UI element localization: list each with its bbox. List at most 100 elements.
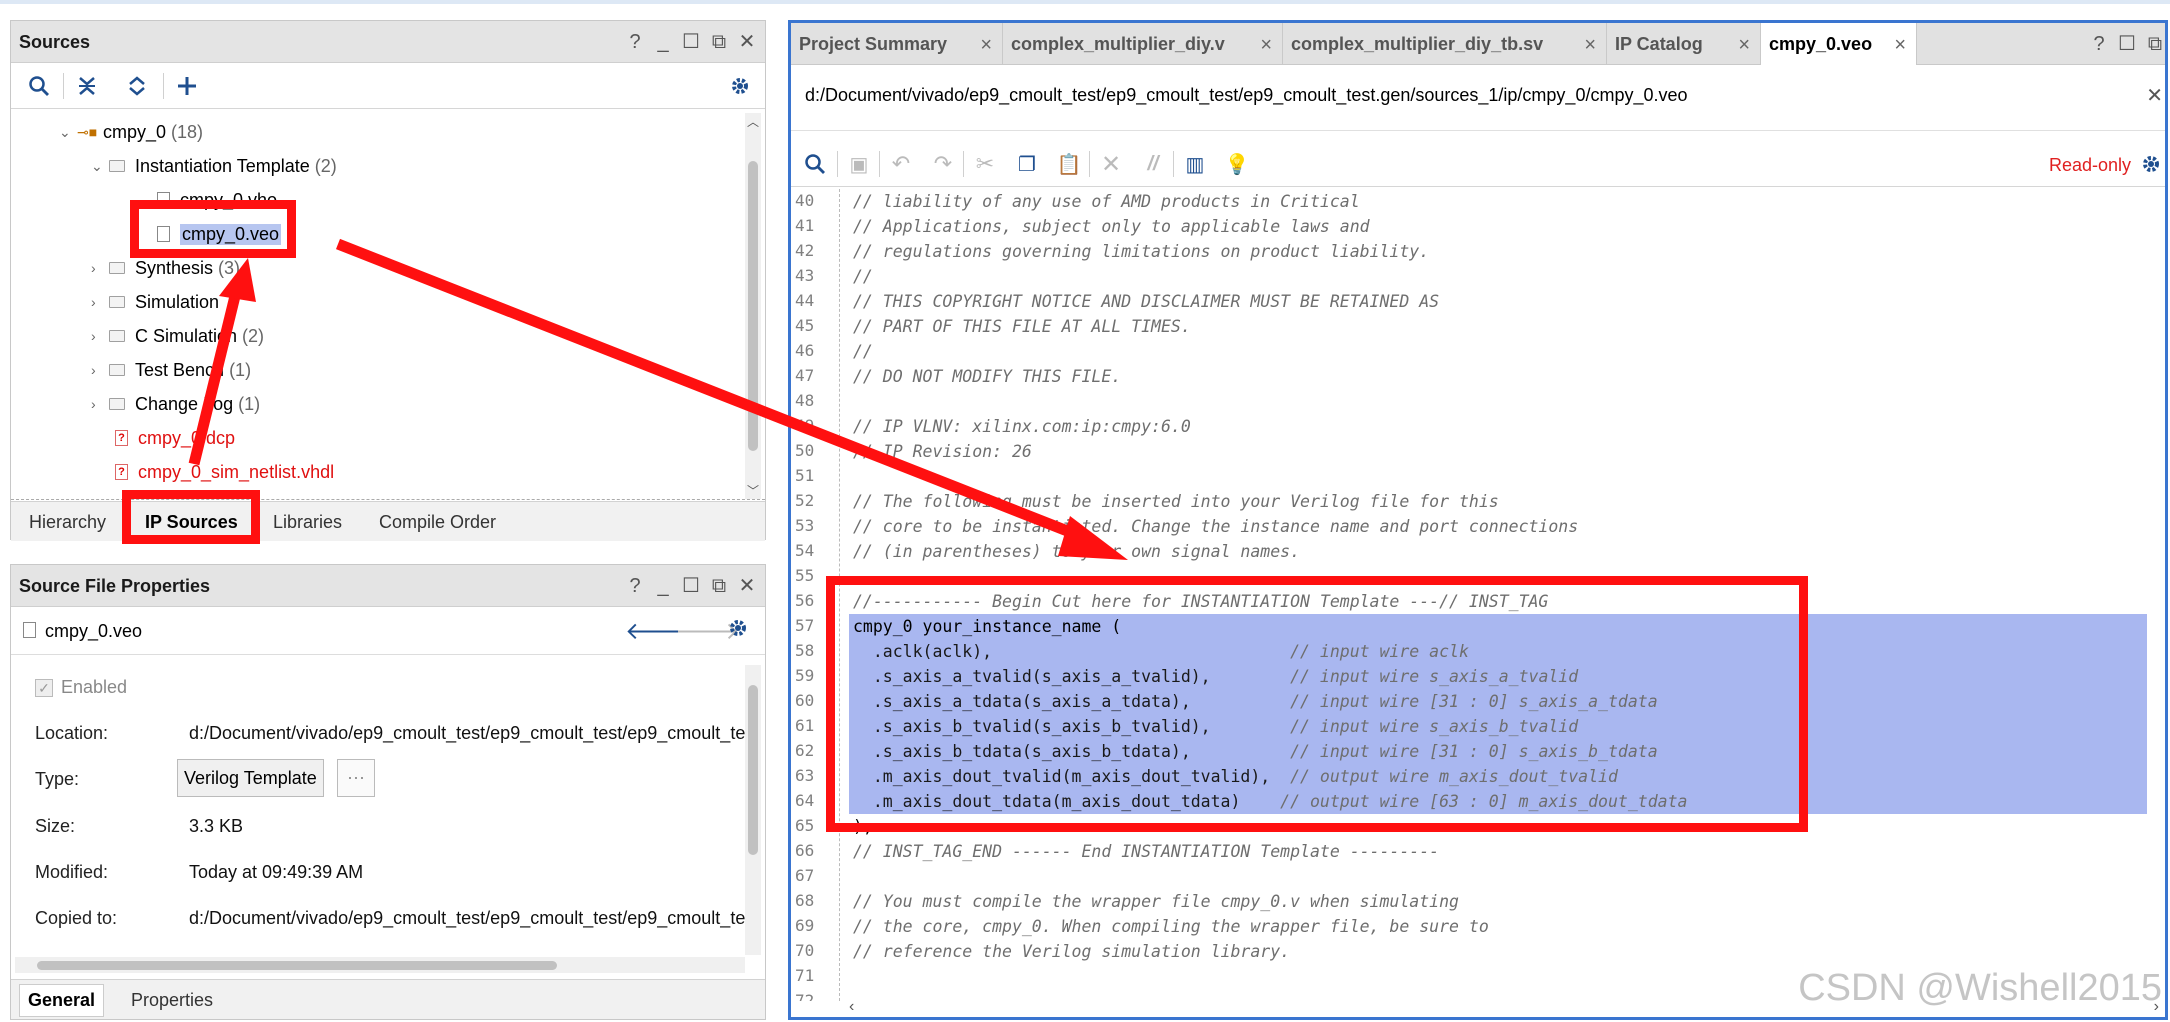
search-icon[interactable] bbox=[25, 72, 53, 100]
scroll-down-icon[interactable]: ﹀ bbox=[747, 482, 759, 499]
column-select-icon[interactable]: ▥ bbox=[1181, 150, 1209, 178]
tab-complex-multiplier-diy[interactable]: complex_multiplier_diy.v × bbox=[1003, 23, 1283, 65]
tab-ip-catalog[interactable]: IP Catalog × bbox=[1607, 23, 1761, 65]
line-number: 45 bbox=[795, 316, 815, 335]
enabled-checkbox[interactable]: ✓ Enabled bbox=[35, 677, 127, 698]
tree-item-test-bench[interactable]: › Test Bench (1) bbox=[91, 355, 251, 385]
line-number: 66 bbox=[795, 841, 815, 860]
lightbulb-icon[interactable]: 💡 bbox=[1223, 150, 1251, 178]
missing-file-icon: ? bbox=[115, 430, 128, 446]
tab-label: complex_multiplier_diy.v bbox=[1011, 33, 1225, 54]
line-number: 71 bbox=[795, 966, 815, 985]
close-icon[interactable]: × bbox=[1894, 34, 1906, 57]
copy-icon[interactable]: ❐ bbox=[1013, 150, 1041, 178]
save-icon[interactable]: ▣ bbox=[845, 150, 873, 178]
properties-vscroll[interactable] bbox=[745, 665, 761, 955]
gear-icon[interactable] bbox=[726, 72, 754, 100]
tab-properties[interactable]: Properties bbox=[131, 990, 213, 1011]
code-line: // IP Revision: 26 bbox=[853, 442, 1032, 461]
chevron-right-icon[interactable]: › bbox=[91, 362, 109, 378]
tab-compile-order[interactable]: Compile Order bbox=[379, 512, 496, 533]
search-icon[interactable] bbox=[801, 150, 829, 178]
tree-count: (18) bbox=[171, 121, 204, 142]
close-icon[interactable]: × bbox=[1738, 34, 1750, 57]
chevron-right-icon[interactable]: › bbox=[91, 396, 109, 412]
gear-icon[interactable] bbox=[727, 617, 749, 644]
line-number: 70 bbox=[795, 941, 815, 960]
line-number: 54 bbox=[795, 541, 815, 560]
tab-general[interactable]: General bbox=[19, 984, 105, 1017]
float-icon[interactable]: ⧉ bbox=[709, 30, 729, 54]
tree-item-simulation[interactable]: › Simulation bbox=[91, 287, 219, 317]
close-icon[interactable]: × bbox=[1260, 34, 1272, 57]
collapse-all-icon[interactable] bbox=[73, 72, 101, 100]
maximize-icon[interactable]: ☐ bbox=[681, 30, 701, 54]
line-number: 41 bbox=[795, 216, 815, 235]
chevron-right-icon[interactable]: › bbox=[91, 260, 109, 276]
folder-icon bbox=[109, 160, 125, 172]
line-number: 53 bbox=[795, 516, 815, 535]
maximize-icon[interactable]: ☐ bbox=[2117, 32, 2137, 56]
tab-hierarchy[interactable]: Hierarchy bbox=[29, 512, 106, 533]
properties-hscroll[interactable] bbox=[15, 957, 745, 973]
scrollbar-thumb[interactable] bbox=[37, 961, 557, 970]
redo-icon[interactable]: ↷ bbox=[929, 150, 957, 178]
tree-item-cmpy0-sim-netlist[interactable]: ? cmpy_0_sim_netlist.vhdl bbox=[115, 457, 334, 487]
copied-to-value: d:/Document/vivado/ep9_cmoult_test/ep9_c… bbox=[189, 908, 751, 928]
sources-scrollbar[interactable]: ︿ ﹀ bbox=[745, 113, 761, 499]
add-icon[interactable] bbox=[173, 72, 201, 100]
toolbar-separator bbox=[879, 151, 880, 177]
code-line: // PART OF THIS FILE AT ALL TIMES. bbox=[853, 317, 1191, 336]
tab-libraries[interactable]: Libraries bbox=[273, 512, 342, 533]
chevron-right-icon[interactable]: › bbox=[91, 328, 109, 344]
tab-project-summary[interactable]: Project Summary × bbox=[791, 23, 1003, 65]
chevron-down-icon[interactable]: ⌄ bbox=[91, 158, 109, 175]
comment-icon[interactable]: // bbox=[1139, 150, 1167, 178]
close-icon[interactable]: ✕ bbox=[737, 30, 757, 54]
delete-icon[interactable]: ✕ bbox=[1097, 150, 1125, 178]
close-icon[interactable]: × bbox=[980, 34, 992, 57]
line-number: 43 bbox=[795, 266, 815, 285]
location-label: Location: bbox=[35, 723, 109, 743]
highlight-box-instantiation-template bbox=[826, 576, 1808, 832]
chevron-right-icon[interactable]: › bbox=[91, 294, 109, 310]
folder-icon bbox=[109, 296, 125, 308]
tab-complex-multiplier-diy-tb[interactable]: complex_multiplier_diy_tb.sv × bbox=[1283, 23, 1607, 65]
gear-icon[interactable] bbox=[2137, 150, 2165, 178]
minimize-icon[interactable]: _ bbox=[653, 574, 673, 598]
close-icon[interactable]: × bbox=[1584, 34, 1596, 57]
scrollbar-thumb[interactable] bbox=[748, 161, 758, 451]
help-icon[interactable]: ? bbox=[2089, 32, 2109, 56]
help-icon[interactable]: ? bbox=[625, 574, 645, 598]
tree-item-instantiation-template[interactable]: ⌄ Instantiation Template (2) bbox=[91, 151, 337, 181]
line-number: 48 bbox=[795, 391, 815, 410]
float-icon[interactable]: ⧉ bbox=[2145, 32, 2165, 56]
close-icon[interactable]: ✕ bbox=[2146, 83, 2163, 108]
scroll-up-icon[interactable]: ︿ bbox=[747, 113, 759, 130]
file-path-bar: d:/Document/vivado/ep9_cmoult_test/ep9_c… bbox=[791, 65, 2165, 131]
type-label: Type: bbox=[35, 769, 80, 789]
cut-icon[interactable]: ✂ bbox=[971, 150, 999, 178]
scrollbar-thumb[interactable] bbox=[748, 685, 758, 855]
tree-item-cmpy0-dcp[interactable]: ? cmpy_0.dcp bbox=[115, 423, 235, 453]
scroll-left-icon[interactable]: ‹ bbox=[849, 998, 854, 1016]
tab-cmpy0-veo[interactable]: cmpy_0.veo × bbox=[1761, 23, 1917, 65]
code-line: // reference the Verilog simulation libr… bbox=[853, 942, 1291, 961]
minimize-icon[interactable]: _ bbox=[653, 30, 673, 54]
line-number: 69 bbox=[795, 916, 815, 935]
undo-icon[interactable]: ↶ bbox=[887, 150, 915, 178]
file-icon bbox=[23, 622, 36, 638]
tree-item-cmpy0[interactable]: ⌄ ⊸■ cmpy_0 (18) bbox=[59, 117, 203, 147]
tree-item-c-simulation[interactable]: › C Simulation (2) bbox=[91, 321, 264, 351]
help-icon[interactable]: ? bbox=[625, 30, 645, 54]
type-more-button[interactable]: ··· bbox=[337, 759, 375, 797]
line-number: 44 bbox=[795, 291, 815, 310]
expand-all-icon[interactable] bbox=[123, 72, 151, 100]
float-icon[interactable]: ⧉ bbox=[709, 574, 729, 598]
close-icon[interactable]: ✕ bbox=[737, 574, 757, 598]
maximize-icon[interactable]: ☐ bbox=[681, 574, 701, 598]
paste-icon[interactable]: 📋 bbox=[1055, 150, 1083, 178]
tree-item-change-log[interactable]: › Change Log (1) bbox=[91, 389, 260, 419]
chevron-down-icon[interactable]: ⌄ bbox=[59, 124, 77, 141]
folder-icon bbox=[109, 364, 125, 376]
